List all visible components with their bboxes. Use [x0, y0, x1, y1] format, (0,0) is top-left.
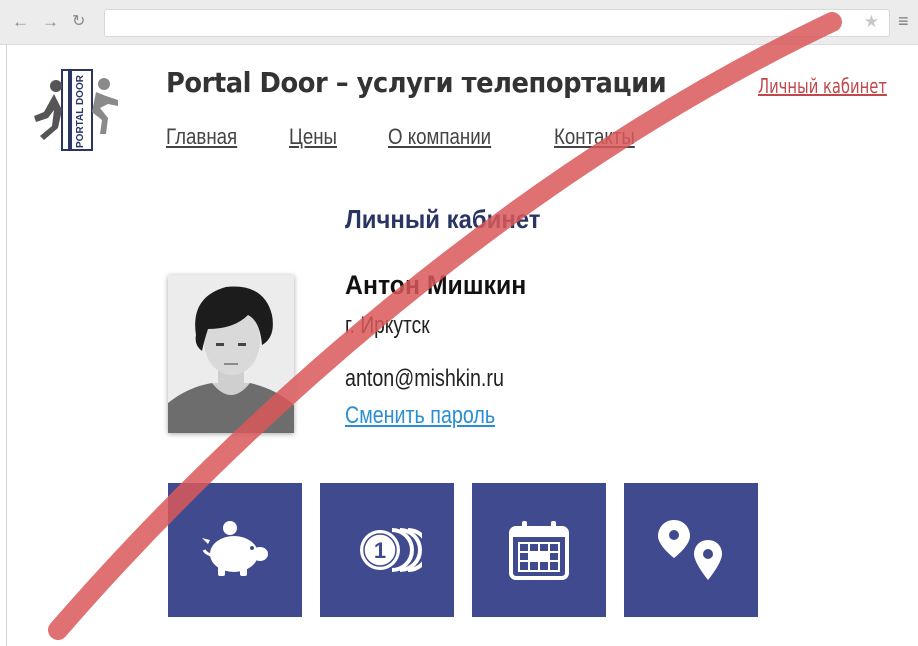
user-email: anton@mishkin.ru [345, 365, 504, 392]
star-icon[interactable]: ★ [864, 12, 879, 32]
tile-calendar[interactable] [472, 483, 606, 617]
tile-locations[interactable] [624, 483, 758, 617]
map-pins-icon [658, 520, 722, 580]
nav-home[interactable]: Главная [166, 124, 237, 150]
account-link[interactable]: Личный кабинет [758, 74, 887, 98]
logo-graphic: PORTAL DOOR [34, 69, 118, 151]
nav-contacts[interactable]: Контакты [554, 124, 635, 150]
hamburger-menu-icon[interactable]: ≡ [898, 11, 909, 31]
coins-icon: 1 [360, 528, 422, 572]
tile-coins[interactable]: 1 [320, 483, 454, 617]
nav-prices[interactable]: Цены [289, 124, 337, 150]
page-title: Личный кабинет [345, 204, 541, 234]
page-left-border [6, 44, 7, 646]
back-arrow-icon[interactable]: ← [12, 12, 29, 32]
change-password-link[interactable]: Сменить пароль [345, 402, 495, 430]
avatar [168, 275, 294, 433]
site-title: Portal Door – услуги телепортации [166, 66, 667, 99]
piggy-bank-icon [202, 521, 268, 576]
logo-text: PORTAL DOOR [75, 74, 86, 148]
user-name: Антон Мишкин [345, 270, 527, 300]
coin-value: 1 [374, 538, 386, 563]
logo[interactable]: PORTAL DOOR [30, 66, 122, 154]
calendar-icon [509, 521, 569, 580]
browser-toolbar: ← → ↻ ★ ≡ [0, 0, 918, 45]
user-city: г. Иркутск [345, 312, 430, 339]
nav-about[interactable]: О компании [388, 124, 491, 150]
reload-icon[interactable]: ↻ [72, 12, 85, 32]
address-bar[interactable]: ★ [104, 9, 890, 37]
forward-arrow-icon[interactable]: → [42, 12, 59, 32]
tile-finances[interactable] [168, 483, 302, 617]
